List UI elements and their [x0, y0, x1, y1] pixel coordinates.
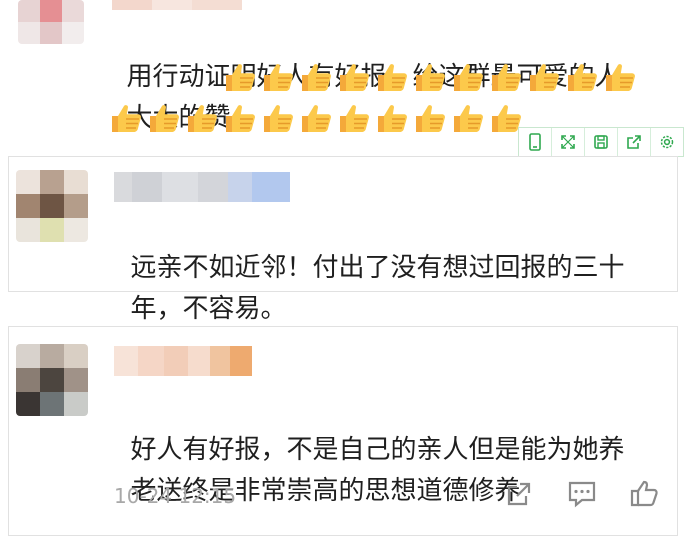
username[interactable] [114, 172, 290, 202]
thumbs-up-icon [298, 101, 336, 139]
thumbs-up-icon [564, 60, 602, 98]
comment-icon[interactable] [566, 479, 600, 513]
thumbs-up-icon [412, 60, 450, 98]
thumbs-up-icon [336, 101, 374, 139]
gear-icon[interactable] [651, 128, 683, 156]
phone-icon[interactable] [519, 128, 552, 156]
thumbs-up-icon [336, 60, 374, 98]
username[interactable] [112, 0, 242, 10]
thumbs-up-icon [526, 60, 564, 98]
avatar[interactable] [16, 344, 88, 416]
thumbs-up-icon [374, 101, 412, 139]
thumbs-up-icon [602, 60, 640, 98]
avatar[interactable] [16, 170, 88, 242]
share-icon[interactable] [504, 479, 538, 513]
thumbs-up-icon [260, 60, 298, 98]
thumbs-up-icon [412, 101, 450, 139]
like-icon[interactable] [628, 477, 662, 511]
thumbs-up-icon [146, 101, 184, 139]
share-icon[interactable] [618, 128, 651, 156]
timestamp: 10-24 12:15 [114, 484, 237, 508]
thumbs-up-icon [450, 101, 488, 139]
thumbs-up-icon [108, 101, 146, 139]
image-toolbar [518, 127, 684, 157]
thumbs-up-icon [374, 60, 412, 98]
thumbs-up-icon [184, 101, 222, 139]
avatar[interactable] [18, 0, 84, 44]
emoji-row [108, 101, 526, 139]
thumbs-up-icon [298, 60, 336, 98]
thumbs-up-icon [450, 60, 488, 98]
thumbs-up-icon [222, 60, 260, 98]
emoji-row [222, 60, 640, 98]
username[interactable] [114, 346, 252, 376]
thumbs-up-icon [222, 101, 260, 139]
comment-text: 年，不容易。 [130, 294, 287, 324]
thumbs-up-icon [260, 101, 298, 139]
save-icon[interactable] [585, 128, 618, 156]
expand-icon[interactable] [552, 128, 585, 156]
thumbs-up-icon [488, 60, 526, 98]
